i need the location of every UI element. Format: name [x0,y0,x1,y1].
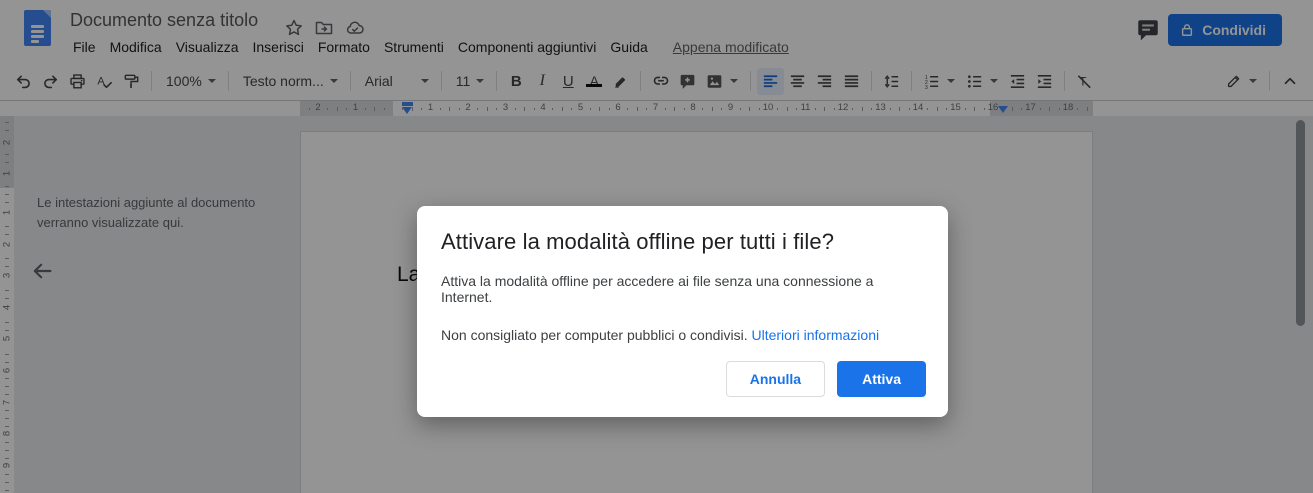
learn-more-link[interactable]: Ulteriori informazioni [752,327,880,343]
dialog-body-text: Attiva la modalità offline per accedere … [441,273,874,305]
dialog-actions: Annulla Attiva [725,361,926,397]
dialog-note: Non consigliato per computer pubblici o … [441,327,748,343]
google-docs-app: Documento senza titolo File Modifica Visua… [0,0,1313,493]
offline-mode-dialog: Attivare la modalità offline per tutti i… [417,206,948,417]
activate-button[interactable]: Attiva [837,361,926,397]
dialog-note-text: Non consigliato per computer pubblici o … [441,327,924,343]
dialog-title: Attivare la modalità offline per tutti i… [441,229,835,254]
cancel-button[interactable]: Annulla [725,361,826,397]
